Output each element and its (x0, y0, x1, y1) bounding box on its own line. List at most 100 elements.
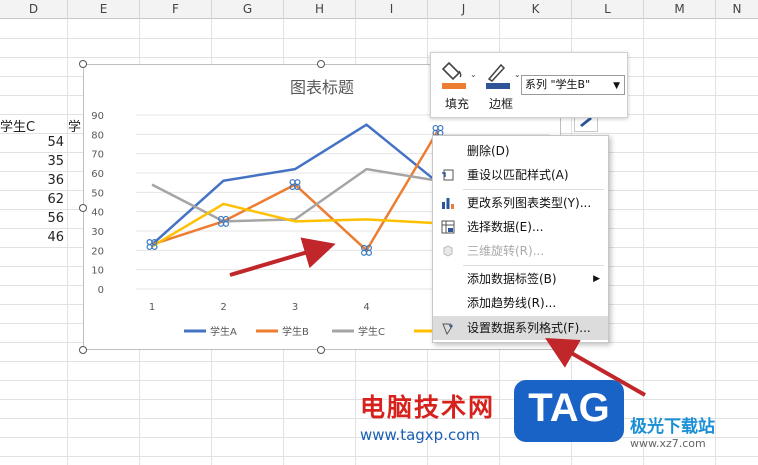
y-tick-label: 90 (91, 111, 104, 122)
y-tick-label: 0 (98, 285, 104, 296)
cell-value[interactable]: 56 (44, 211, 64, 226)
menu-item-add-trendline[interactable]: 添加趋势线(R)... (433, 291, 608, 315)
cell-value[interactable]: 46 (44, 230, 64, 245)
watermark-site: 电脑技术网 www.tagxp.com (360, 388, 495, 444)
column-header-j[interactable]: J (428, 0, 500, 19)
submenu-arrow-icon: ▶ (593, 274, 600, 284)
chart-legend[interactable]: 学生A 学生B 学生C (184, 325, 436, 338)
watermark-right: 极光下载站 www.xz7.com (630, 412, 715, 450)
series-point-handle[interactable] (289, 179, 296, 186)
y-tick-label: 20 (91, 246, 104, 257)
menu-item-label: 选择数据(E)... (467, 220, 544, 234)
watermark-tag-text: TAG (528, 386, 610, 430)
y-tick-label: 30 (91, 227, 104, 238)
menu-item-label: 删除(D) (467, 144, 510, 158)
legend-label[interactable]: 学生A (210, 325, 237, 338)
series-point-handle[interactable] (146, 244, 153, 251)
menu-item-3d-rotation: 三维旋转(R)... (433, 239, 608, 263)
series-dropdown-value: 系列 "学生B" (525, 78, 591, 91)
y-tick-labels: 90 80 70 60 50 40 30 20 10 0 (91, 111, 104, 296)
series-point-handle[interactable] (361, 249, 368, 256)
column-header-d[interactable]: D (0, 0, 68, 19)
x-tick-label: 2 (220, 302, 226, 313)
cell-value[interactable]: 54 (44, 135, 64, 150)
series-line[interactable] (151, 202, 439, 248)
fill-label: 填充 (444, 97, 469, 111)
column-header-n[interactable]: N (716, 0, 758, 19)
column-header-e[interactable]: E (68, 0, 140, 19)
cell-value[interactable]: 62 (44, 192, 64, 207)
fill-button[interactable]: ⌄ 填充 (439, 59, 477, 113)
svg-text:⌄: ⌄ (470, 70, 475, 79)
series-point-handle[interactable] (146, 239, 153, 246)
cube-icon (443, 245, 453, 257)
column-header-g[interactable]: G (212, 0, 284, 19)
bar-chart-icon (442, 198, 454, 209)
dropdown-arrow-icon: ▼ (613, 81, 620, 91)
resize-handle-bottom[interactable] (317, 346, 325, 354)
chart-title[interactable]: 图表标题 (290, 78, 354, 97)
menu-item-select-data[interactable]: 选择数据(E)... (433, 215, 608, 239)
watermark-right-url: www.xz7.com (630, 437, 706, 450)
selected-series-markers[interactable] (146, 124, 444, 256)
border-button[interactable]: ⌄ 边框 (483, 59, 521, 113)
y-tick-label: 40 (91, 208, 104, 219)
context-menu: 删除(D) 重设以匹配样式(A) 更改系列图表类型(Y)... 选择数据(E).… (432, 135, 609, 343)
y-tick-label: 70 (91, 150, 104, 161)
cell-header-student-c[interactable]: 学生C (0, 116, 35, 135)
series-point-handle[interactable] (437, 124, 444, 131)
resize-handle-left[interactable] (79, 204, 87, 212)
cell-value[interactable]: 36 (44, 173, 64, 188)
column-header-f[interactable]: F (140, 0, 212, 19)
menu-separator (463, 265, 604, 266)
border-label: 边框 (488, 97, 513, 111)
y-tick-label: 60 (91, 169, 104, 180)
pen-icon: ⌄ (486, 63, 521, 89)
menu-separator (463, 189, 604, 190)
x-tick-labels: 1 2 3 4 (149, 302, 370, 313)
y-tick-label: 50 (91, 188, 104, 199)
watermark-tag-logo: TAG (514, 380, 624, 442)
menu-item-label: 更改系列图表类型(Y)... (467, 196, 592, 210)
menu-item-label: 添加数据标签(B) (467, 272, 557, 286)
column-header-i[interactable]: I (356, 0, 428, 19)
x-tick-label: 4 (363, 302, 369, 313)
x-tick-label: 3 (292, 302, 298, 313)
column-header-m[interactable]: M (644, 0, 716, 19)
legend-label[interactable]: 学生B (282, 325, 309, 338)
column-header-k[interactable]: K (500, 0, 572, 19)
reset-style-icon (442, 169, 454, 181)
menu-item-label: 设置数据系列格式(F)... (467, 321, 591, 335)
watermark-right-text: 极光下载站 (630, 417, 715, 437)
select-data-icon (441, 220, 455, 234)
fill-bucket-icon: ⌄ (441, 61, 477, 89)
x-tick-label: 1 (149, 302, 155, 313)
series-dropdown[interactable]: 系列 "学生B" ▼ (521, 75, 625, 95)
cell-value[interactable]: 35 (44, 154, 64, 169)
watermark-url: www.tagxp.com (360, 426, 480, 444)
menu-item-label: 三维旋转(R)... (467, 244, 545, 258)
menu-item-add-data-labels[interactable]: 添加数据标签(B) ▶ (433, 267, 608, 291)
format-series-icon (442, 323, 453, 335)
menu-item-change-chart-type[interactable]: 更改系列图表类型(Y)... (433, 191, 608, 215)
series-point-handle[interactable] (294, 179, 301, 186)
svg-text:⌄: ⌄ (514, 70, 519, 79)
cell-header-partial[interactable]: 学 (68, 116, 81, 135)
watermark-site-name: 电脑技术网 (360, 393, 496, 422)
resize-handle-bottom-left[interactable] (79, 346, 87, 354)
menu-item-label: 重设以匹配样式(A) (467, 168, 569, 182)
menu-item-reset-style[interactable]: 重设以匹配样式(A) (433, 163, 608, 187)
menu-item-format-data-series[interactable]: 设置数据系列格式(F)... (433, 316, 608, 340)
menu-item-delete[interactable]: 删除(D) (433, 139, 608, 163)
column-header-h[interactable]: H (284, 0, 356, 19)
menu-item-label: 添加趋势线(R)... (467, 296, 557, 310)
series-point-handle[interactable] (432, 124, 439, 131)
column-header-l[interactable]: L (572, 0, 644, 19)
resize-handle-top-left[interactable] (79, 60, 87, 68)
y-tick-label: 80 (91, 130, 104, 141)
resize-handle-top[interactable] (317, 60, 325, 68)
legend-label[interactable]: 学生C (358, 325, 385, 338)
series-point-handle[interactable] (366, 249, 373, 256)
y-tick-label: 10 (91, 266, 104, 277)
mini-format-toolbar: ⌄ 填充 ⌄ 边框 系列 "学生B" ▼ (430, 52, 628, 118)
